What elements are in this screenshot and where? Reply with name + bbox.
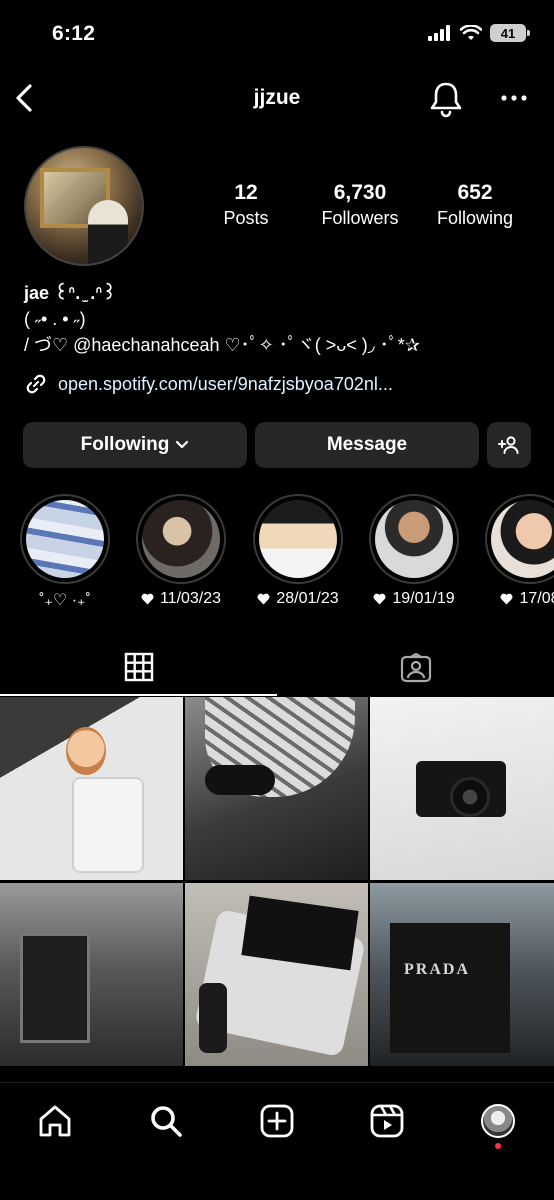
highlight-ring (485, 494, 554, 584)
message-button-label: Message (326, 434, 408, 455)
highlight-ring (369, 494, 459, 584)
status-bar: 6:12 41 (0, 0, 554, 70)
create-post-icon (260, 1104, 294, 1138)
sticker-face (66, 727, 106, 775)
chevron-down-icon (176, 440, 189, 449)
nav-search[interactable] (146, 1101, 186, 1141)
highlight-image (26, 500, 104, 578)
post-thumbnail[interactable] (185, 883, 368, 1066)
highlight-item[interactable]: 28/01/23 (252, 494, 344, 608)
link-icon (26, 374, 46, 394)
sticker-sheet (72, 777, 144, 873)
highlight-caption: 19/01/19 (368, 590, 460, 608)
heart-icon (500, 593, 513, 605)
search-icon (151, 1106, 182, 1137)
heart-icon (373, 593, 386, 605)
battery-icon: 41 (490, 24, 530, 42)
profile-avatar[interactable] (24, 146, 144, 266)
highlight-caption-text: 19/01/19 (392, 590, 455, 607)
bell-icon[interactable] (428, 80, 464, 118)
heart-icon (257, 593, 270, 605)
profile-top-nav: jjzue (0, 72, 554, 124)
storefront (390, 923, 510, 1053)
post-thumbnail[interactable] (370, 697, 554, 880)
profile-tabs (0, 640, 554, 696)
nav-profile[interactable] (478, 1101, 518, 1141)
avatar-person (88, 200, 128, 264)
more-icon[interactable] (498, 86, 530, 110)
highlight-ring (253, 494, 343, 584)
nav-create[interactable] (257, 1101, 297, 1141)
mirror (20, 933, 90, 1043)
stat-following-count: 652 (457, 181, 493, 204)
highlight-item[interactable]: 17/08 (484, 494, 554, 608)
home-icon (39, 1105, 71, 1137)
bio-line-2: ( ˶• . • ˶) (24, 309, 86, 329)
stat-posts-count: 12 (234, 181, 258, 204)
bottom-nav (0, 1082, 554, 1200)
highlight-ring (136, 494, 226, 584)
highlight-item[interactable]: 11/03/23 (135, 494, 227, 608)
add-user-icon (498, 436, 519, 454)
highlight-caption-text: 17/08 (519, 590, 554, 607)
stat-following-label: Following (436, 208, 514, 228)
highlight-caption: ˚₊♡ ·₊˚ (19, 590, 111, 610)
bio-line-3: / づ♡ @haechanahceah ♡･ﾟ✧ ･ﾟヾ(⁠ ˃ᴗ˂ ⁠)◞ ･… (24, 335, 420, 355)
highlight-item[interactable]: ˚₊♡ ·₊˚ (19, 494, 111, 610)
wifi-icon (460, 25, 482, 40)
profile-link[interactable]: open.spotify.com/user/9nafzjsbyoa702nl..… (24, 372, 393, 396)
water-bottle (199, 983, 227, 1053)
highlight-caption: 17/08 (484, 590, 554, 608)
highlight-caption-text: ˚₊♡ ·₊˚ (39, 592, 91, 609)
post-thumbnail[interactable] (0, 697, 183, 880)
status-time: 6:12 (52, 22, 96, 45)
highlight-caption: 11/03/23 (135, 590, 227, 608)
stat-followers[interactable]: 6,730 Followers (292, 180, 428, 230)
tagged-user-icon (400, 653, 431, 683)
nav-reels[interactable] (367, 1101, 407, 1141)
stat-followers-count: 6,730 (333, 181, 387, 204)
status-icons: 41 (428, 24, 530, 42)
highlight-image (491, 500, 554, 578)
stat-posts[interactable]: 12 Posts (200, 180, 292, 230)
stat-followers-label: Followers (321, 208, 399, 228)
post-thumbnail[interactable] (185, 697, 368, 880)
bio-name: jae ꒰ᐢ. ̫ .ᐢ꒱ (24, 283, 117, 303)
highlight-image (375, 500, 453, 578)
notification-dot (495, 1143, 501, 1149)
tab-tagged[interactable] (277, 640, 554, 696)
message-button[interactable]: Message (255, 422, 479, 468)
highlight-caption-text: 11/03/23 (159, 590, 222, 607)
sunglasses (205, 765, 275, 795)
profile-stats: 12 Posts 6,730 Followers 652 Following (200, 180, 540, 230)
profile-link-text: open.spotify.com/user/9nafzjsbyoa702nl..… (58, 373, 393, 394)
signal-icon (428, 25, 450, 41)
stat-following[interactable]: 652 Following (428, 180, 522, 230)
following-button-label: Following (80, 434, 170, 455)
highlight-image (259, 500, 337, 578)
post-thumbnail[interactable] (0, 883, 183, 1066)
tab-posts-grid[interactable] (0, 640, 277, 696)
profile-username: jjzue (253, 86, 301, 109)
profile-bio: jae ꒰ᐢ. ̫ .ᐢ꒱ ( ˶• . • ˶) / づ♡ @haechana… (24, 280, 420, 358)
highlight-item[interactable]: 19/01/19 (368, 494, 460, 608)
camera-lens (450, 777, 490, 817)
reels-icon (370, 1104, 404, 1138)
grid-icon (124, 652, 153, 682)
highlight-caption: 28/01/23 (252, 590, 344, 608)
store-sign: PRADA (404, 961, 470, 978)
post-thumbnail[interactable]: PRADA (370, 883, 554, 1066)
profile-avatar-small (481, 1104, 515, 1138)
posts-grid: PRADA (0, 697, 554, 1082)
highlight-image (142, 500, 220, 578)
story-highlights: ˚₊♡ ·₊˚ 11/03/23 28/01/23 19/01/19 17/0 (0, 494, 554, 616)
highlight-ring (20, 494, 110, 584)
stat-posts-label: Posts (223, 208, 269, 228)
heart-icon (141, 593, 154, 605)
add-user-button[interactable] (487, 422, 531, 468)
nav-home[interactable] (35, 1101, 75, 1141)
following-button[interactable]: Following (23, 422, 247, 468)
highlight-caption-text: 28/01/23 (276, 590, 339, 607)
